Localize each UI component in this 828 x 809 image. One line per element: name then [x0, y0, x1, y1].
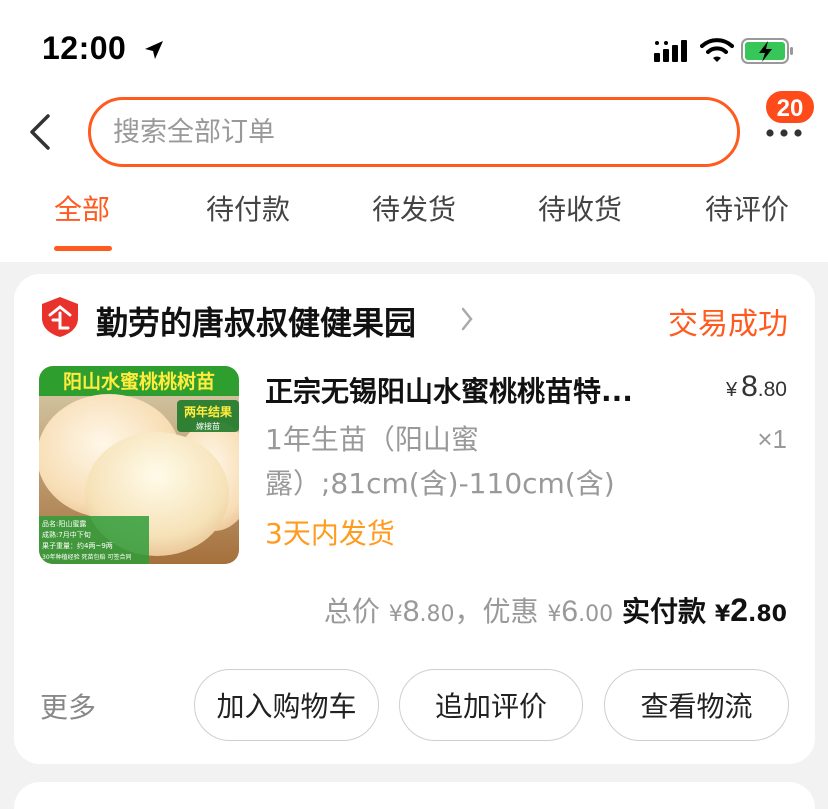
discount-int: 6 [561, 595, 579, 628]
more-actions-link[interactable]: 更多 [40, 686, 96, 726]
total-dec: .80 [419, 602, 455, 627]
battery-charging-icon [741, 38, 793, 64]
product-image-subtag: 嫁接苗 [196, 421, 220, 431]
shipping-note: 3天内发货 [265, 517, 395, 550]
add-to-cart-button[interactable]: 加入购物车 [194, 669, 379, 741]
product-image-banner: 阳山水蜜桃桃树苗 [63, 370, 215, 393]
tab-pending-payment[interactable]: 待付款 [206, 188, 290, 228]
shop-name[interactable]: 勤劳的唐叔叔健健果园 [96, 298, 416, 344]
next-order-card [14, 782, 815, 809]
unit-price-dec: .80 [757, 378, 787, 401]
search-input[interactable] [113, 100, 737, 164]
total-int: 8 [402, 595, 420, 628]
product-image-info-1: 品名:阳山蜜露 [42, 519, 86, 528]
discount-dec: .00 [578, 602, 614, 627]
paid-int: 2 [730, 592, 749, 628]
unit-price-int: 8 [741, 370, 758, 403]
chevron-right-icon[interactable] [460, 306, 474, 332]
unit-price: ¥8.80 [726, 370, 787, 404]
discount-label: ，优惠 [454, 595, 539, 628]
total-label: 总价 [323, 595, 380, 628]
back-arrow-icon[interactable] [26, 112, 54, 152]
discount-currency: ¥ [547, 602, 562, 627]
product-image-info-4: 30年种植经验 死苗包赔 可签合同 [42, 553, 131, 561]
paid-label: 实付款 [621, 595, 706, 628]
location-arrow-icon [145, 41, 163, 59]
product-quantity: ×1 [757, 424, 787, 454]
view-logistics-button[interactable]: 查看物流 [604, 669, 789, 741]
cellular-signal-icon [654, 40, 687, 62]
order-card: 勤劳的唐叔叔健健果园 交易成功 阳山水蜜桃桃树苗 两年结果 嫁接苗 品名:阳山蜜… [14, 274, 815, 764]
product-image[interactable]: 阳山水蜜桃桃树苗 两年结果 嫁接苗 品名:阳山蜜露 成熟:7月中下旬 果子重量：… [39, 366, 239, 564]
order-totals: 总价 ¥8.80，优惠 ¥6.00 实付款 ¥2.80 [324, 590, 787, 630]
enterprise-shop-icon [42, 297, 78, 337]
unit-price-currency: ¥ [725, 379, 738, 401]
status-time: 12:00 [42, 30, 127, 66]
search-box[interactable] [88, 97, 740, 167]
tab-pending-receipt[interactable]: 待收货 [538, 188, 622, 228]
wifi-icon [700, 38, 734, 62]
product-image-info-3: 果子重量：约4两~9两 [42, 541, 113, 550]
order-status: 交易成功 [668, 307, 788, 342]
product-image-info-2: 成熟:7月中下旬 [42, 530, 91, 539]
paid-currency: ¥ [714, 602, 731, 627]
more-dots-icon [766, 129, 802, 137]
active-tab-indicator [54, 246, 112, 251]
paid-dec: .80 [748, 602, 787, 627]
order-tabs: 全部 待付款 待发货 待收货 待评价 [0, 188, 828, 258]
add-review-button[interactable]: 追加评价 [399, 669, 583, 741]
total-currency: ¥ [388, 602, 403, 627]
product-title[interactable]: 正宗无锡阳山水蜜桃桃苗特... [265, 370, 685, 410]
tab-pending-shipment[interactable]: 待发货 [372, 188, 456, 228]
tab-pending-review[interactable]: 待评价 [705, 188, 789, 228]
product-image-tag: 两年结果 [184, 404, 232, 419]
notification-badge: 20 [764, 89, 816, 125]
product-sku: 1年生苗（阳山蜜露）;81cm(含)-110cm(含) [265, 423, 615, 500]
tab-all[interactable]: 全部 [54, 188, 110, 228]
